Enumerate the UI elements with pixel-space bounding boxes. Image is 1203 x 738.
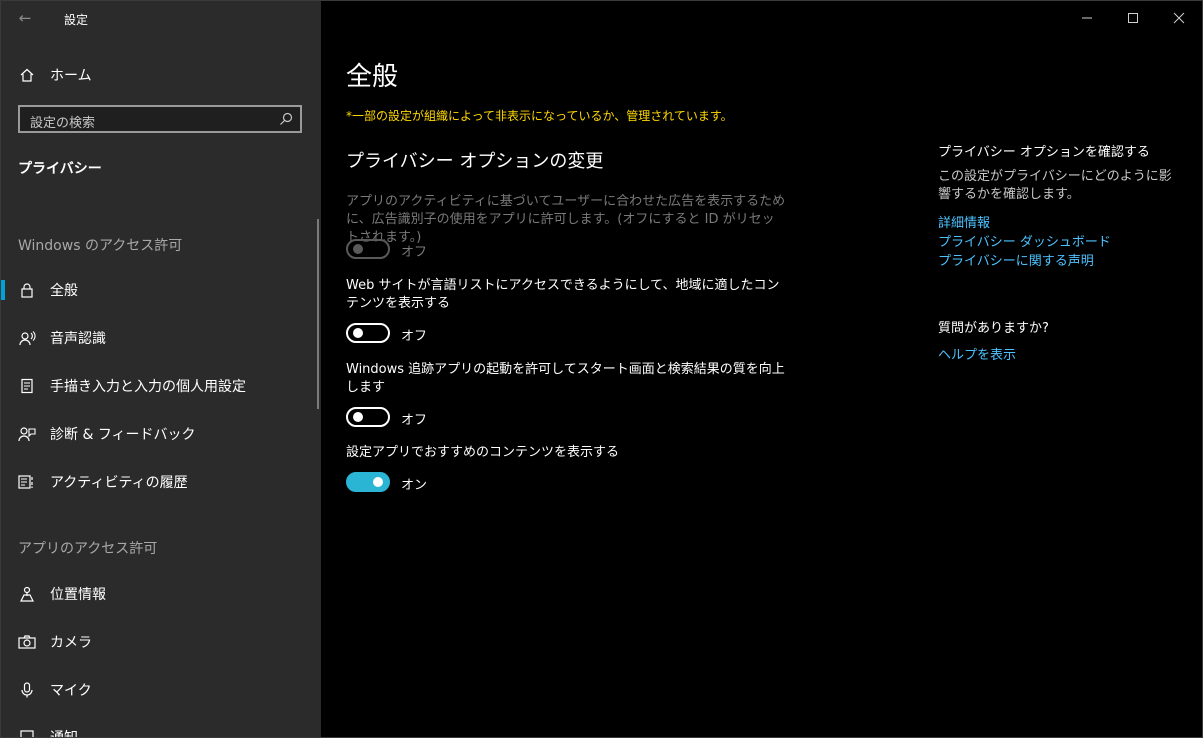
sidebar-item-microphone[interactable]: マイク: [1, 670, 321, 710]
sidebar-item-location[interactable]: 位置情報: [1, 574, 321, 614]
back-button[interactable]: ←: [9, 5, 41, 31]
app-launch-tracking-state: オフ: [401, 413, 428, 428]
back-arrow-icon: ←: [18, 9, 32, 27]
toggle-knob: [373, 477, 383, 487]
settings-window: ← 設定 ホーム 設定の検索 プライバシー Windows のアクセス許可 全般: [0, 0, 1203, 738]
sidebar-item-camera[interactable]: カメラ: [1, 622, 321, 662]
sidebar-item-label: 音声認識: [50, 331, 106, 347]
minimize-icon: [1082, 17, 1092, 19]
privacy-dashboard-link[interactable]: プライバシー ダッシュボード: [938, 231, 1111, 250]
inking-icon: [17, 376, 37, 396]
sidebar-item-label: マイク: [50, 683, 92, 699]
selection-indicator: [1, 280, 5, 300]
get-help-link[interactable]: ヘルプを表示: [938, 344, 1016, 363]
lock-icon: [17, 280, 37, 300]
advertising-id-toggle[interactable]: [346, 239, 390, 259]
sidebar-item-label: ホーム: [50, 68, 92, 84]
activity-icon: [17, 472, 37, 492]
toggle-knob: [353, 244, 363, 254]
sidebar-item-activity[interactable]: アクティビティの履歴: [1, 462, 321, 502]
group-label-windows: Windows のアクセス許可: [18, 238, 183, 254]
advertising-id-state: オフ: [401, 245, 428, 260]
home-icon: [17, 65, 37, 85]
language-list-toggle[interactable]: [346, 323, 390, 343]
sidebar-item-label: 通知: [50, 727, 78, 737]
setting-advertising-id-desc: アプリのアクティビティに基づいてユーザーに合わせた広告を表示するために、広告識別…: [346, 194, 786, 245]
sidebar-item-label: 手描き入力と入力の個人用設定: [50, 379, 246, 395]
app-launch-tracking-toggle[interactable]: [346, 407, 390, 427]
privacy-options-heading: プライバシー オプションの変更: [346, 151, 604, 172]
page-title: 全般: [346, 62, 399, 92]
sidebar-item-general[interactable]: 全般: [1, 270, 321, 310]
close-icon: [1173, 12, 1185, 24]
minimize-button[interactable]: [1064, 1, 1110, 35]
managed-settings-notice: *一部の設定が組織によって非表示になっているか、管理されています。: [346, 109, 733, 123]
settings-search-input[interactable]: 設定の検索: [18, 105, 302, 133]
sidebar-item-label: 全般: [50, 283, 78, 299]
camera-icon: [17, 632, 37, 652]
title-bar: ← 設定: [1, 1, 321, 35]
sidebar-item-notifications[interactable]: 通知: [1, 717, 321, 737]
sidebar-item-label: アクティビティの履歴: [50, 475, 188, 491]
more-info-link[interactable]: 詳細情報: [938, 212, 990, 231]
group-label-apps: アプリのアクセス許可: [18, 541, 158, 557]
sidebar-item-speech[interactable]: 音声認識: [1, 318, 321, 358]
setting-suggested-content-desc: 設定アプリでおすすめのコンテンツを表示する: [346, 445, 620, 460]
review-privacy-title: プライバシー オプションを確認する: [938, 145, 1150, 160]
maximize-button[interactable]: [1110, 1, 1156, 35]
sidebar-item-label: 位置情報: [50, 587, 106, 603]
setting-app-launch-tracking-desc: Windows 追跡アプリの起動を許可してスタート画面と検索結果の質を向上します: [346, 362, 785, 395]
sidebar-item-inking[interactable]: 手描き入力と入力の個人用設定: [1, 366, 321, 406]
suggested-content-toggle[interactable]: [346, 472, 390, 492]
sidebar-item-label: カメラ: [50, 635, 92, 651]
setting-language-list-desc: Web サイトが言語リストにアクセスできるようにして、地域に適したコンテンツを表…: [346, 278, 780, 311]
language-list-state: オフ: [401, 329, 428, 344]
sidebar-item-label: 診断 & フィードバック: [50, 427, 196, 443]
maximize-icon: [1128, 13, 1138, 23]
sidebar-scrollbar[interactable]: [317, 219, 319, 409]
feedback-icon: [17, 424, 37, 444]
notification-icon: [17, 727, 37, 737]
close-button[interactable]: [1156, 1, 1202, 35]
suggested-content-state: オン: [401, 478, 428, 493]
toggle-knob: [353, 328, 363, 338]
privacy-statement-link[interactable]: プライバシーに関する声明: [938, 250, 1094, 269]
microphone-icon: [17, 680, 37, 700]
main-content: 全般 *一部の設定が組織によって非表示になっているか、管理されています。 プライ…: [322, 1, 1202, 737]
question-title: 質問がありますか?: [938, 321, 1049, 336]
current-section-title: プライバシー: [18, 161, 102, 177]
review-privacy-text: この設定がプライバシーにどのように影響するかを確認します。: [938, 169, 1172, 202]
location-icon: [17, 584, 37, 604]
search-placeholder: 設定の検索: [30, 116, 96, 131]
sidebar-item-feedback[interactable]: 診断 & フィードバック: [1, 414, 321, 454]
speech-icon: [17, 328, 37, 348]
window-title: 設定: [64, 13, 89, 27]
toggle-knob: [353, 412, 363, 422]
sidebar: ← 設定 ホーム 設定の検索 プライバシー Windows のアクセス許可 全般: [1, 1, 321, 737]
sidebar-item-home[interactable]: ホーム: [1, 55, 321, 95]
search-icon[interactable]: [278, 111, 294, 127]
